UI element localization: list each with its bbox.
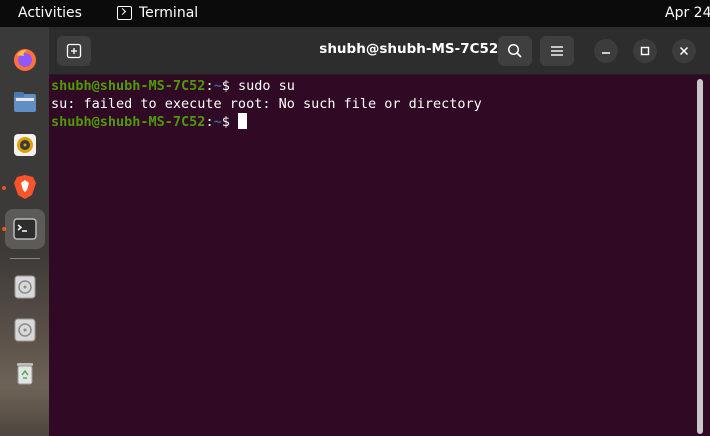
trash-icon	[17, 363, 33, 385]
close-icon	[679, 46, 689, 56]
rhythmbox-icon	[14, 134, 36, 156]
terminal-icon	[117, 6, 132, 20]
output-text: su: failed to execute root: No such file…	[51, 96, 482, 112]
dock-item-firefox[interactable]	[5, 40, 45, 80]
terminal-window: shubh@shubh-MS-7C52: ~ shubh@shubh-MS-7C…	[49, 27, 710, 436]
header-bar: shubh@shubh-MS-7C52: ~	[49, 27, 710, 75]
disk-icon	[14, 275, 36, 299]
dock-item-files[interactable]	[5, 82, 45, 122]
dock-separator	[10, 258, 40, 259]
dock-item-terminal[interactable]	[5, 209, 45, 249]
maximize-button[interactable]	[633, 39, 657, 63]
prompt-user-host: shubh@shubh-MS-7C52	[51, 78, 206, 94]
terminal-line: shubh@shubh-MS-7C52:~$	[51, 113, 482, 131]
files-icon	[14, 92, 36, 112]
scrollbar[interactable]	[697, 79, 703, 434]
dock-item-brave[interactable]	[5, 167, 45, 207]
disk-icon	[14, 318, 36, 342]
prompt-separator: :	[205, 78, 214, 94]
firefox-icon	[14, 49, 36, 71]
prompt-path: ~	[213, 78, 222, 94]
app-name: Terminal	[139, 5, 199, 21]
maximize-icon	[640, 46, 650, 56]
text-cursor	[237, 113, 247, 129]
terminal-view[interactable]: shubh@shubh-MS-7C52:~$ sudo su su: faile…	[49, 75, 710, 436]
terminal-icon	[13, 218, 37, 240]
command-text: sudo su	[237, 78, 295, 94]
search-button[interactable]	[498, 36, 532, 66]
minimize-icon	[602, 52, 610, 54]
dock-item-disk[interactable]	[5, 310, 45, 350]
terminal-line: shubh@shubh-MS-7C52:~$ sudo su	[51, 77, 482, 95]
close-button[interactable]	[672, 39, 696, 63]
prompt-symbol: $	[221, 78, 238, 94]
prompt-user-host: shubh@shubh-MS-7C52	[51, 114, 206, 130]
search-icon	[507, 43, 522, 58]
terminal-output: shubh@shubh-MS-7C52:~$ sudo su su: faile…	[51, 77, 482, 131]
activities-button[interactable]: Activities	[18, 5, 82, 21]
hamburger-menu-icon	[551, 46, 563, 56]
minimize-button[interactable]	[594, 39, 618, 63]
prompt-symbol: $	[221, 114, 238, 130]
brave-icon	[14, 175, 36, 199]
top-bar: Activities Terminal Apr 24	[0, 0, 710, 27]
clock[interactable]: Apr 24	[665, 5, 710, 21]
app-menu[interactable]: Terminal	[117, 5, 198, 21]
dock-item-trash[interactable]	[5, 353, 45, 393]
prompt-separator: :	[205, 114, 214, 130]
dock-item-rhythmbox[interactable]	[5, 125, 45, 165]
terminal-line: su: failed to execute root: No such file…	[51, 95, 482, 113]
dock-item-disk[interactable]	[5, 267, 45, 307]
prompt-path: ~	[213, 114, 222, 130]
dock	[0, 27, 49, 436]
menu-button[interactable]	[540, 36, 574, 66]
